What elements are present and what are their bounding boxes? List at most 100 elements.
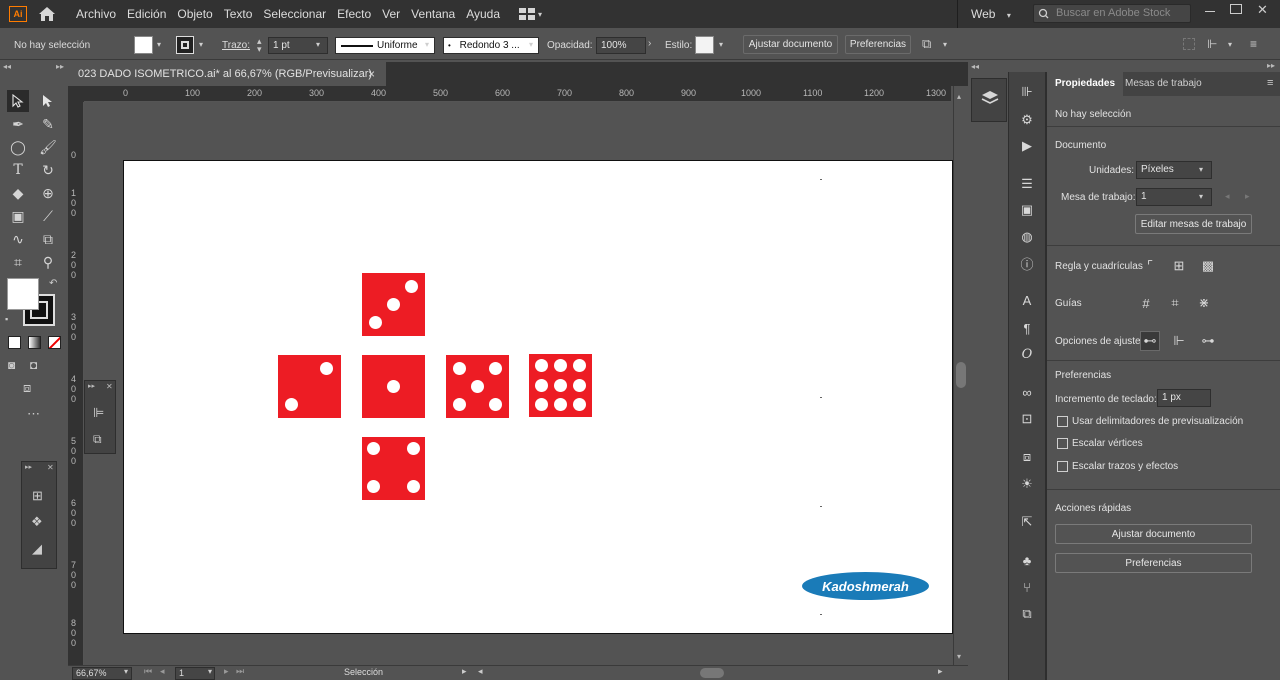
- snap-to-point-icon[interactable]: ⊷: [1140, 331, 1160, 351]
- close-window-button[interactable]: ✕: [1257, 2, 1268, 18]
- die-four[interactable]: [362, 437, 425, 500]
- transparency-grid-icon[interactable]: ▩: [1198, 256, 1218, 276]
- export-icon[interactable]: ⇱: [1017, 512, 1037, 532]
- rotate-tool-icon[interactable]: ↻: [37, 159, 59, 181]
- menu-ventana[interactable]: Ventana: [411, 7, 455, 21]
- opacity-field[interactable]: 100%: [596, 37, 646, 54]
- minimize-button[interactable]: [1203, 4, 1217, 18]
- symbol-sprayer-tool-icon[interactable]: ⧉: [37, 228, 59, 250]
- preferences-button[interactable]: Preferencias: [845, 35, 911, 54]
- screen-mode-icon[interactable]: ⧈: [23, 380, 31, 396]
- chevron-down-icon[interactable]: ▾: [124, 667, 128, 676]
- type-tool-icon[interactable]: T: [7, 159, 29, 181]
- scroll-down-icon[interactable]: ▾: [957, 652, 961, 661]
- align-icon[interactable]: ⊩: [1207, 37, 1217, 51]
- restore-button[interactable]: [1230, 4, 1242, 14]
- lock-guides-icon[interactable]: ⌗: [1165, 293, 1185, 313]
- blend-tool-icon[interactable]: ∿: [7, 228, 29, 250]
- gradient-tool-icon[interactable]: ▣: [7, 205, 29, 227]
- workspace-switcher[interactable]: Web ▾: [971, 7, 1011, 21]
- smart-guides-icon[interactable]: ⋇: [1194, 293, 1214, 313]
- horizontal-scroll-thumb[interactable]: [700, 668, 724, 678]
- stock-search-input[interactable]: Buscar en Adobe Stock: [1033, 4, 1191, 23]
- selection-tool-icon[interactable]: [7, 90, 29, 112]
- settings-gears-icon[interactable]: ⚙: [1017, 110, 1037, 130]
- die-nine[interactable]: [529, 354, 592, 417]
- chevron-down-icon[interactable]: ▾: [208, 667, 212, 676]
- snap-to-grid-icon[interactable]: ⊩: [1169, 331, 1189, 351]
- symbols-icon[interactable]: ♣: [1017, 550, 1037, 570]
- menu-edicion[interactable]: Edición: [127, 7, 166, 21]
- info-icon[interactable]: ⓘ: [1017, 253, 1037, 273]
- graphic-style-swatch[interactable]: [695, 36, 714, 54]
- collapse-icon[interactable]: ◂◂: [971, 62, 979, 71]
- chevron-down-icon[interactable]: ▾: [719, 40, 723, 49]
- edit-artboards-button[interactable]: Editar mesas de trabajo: [1135, 214, 1252, 234]
- collapse-right-icon[interactable]: ▸▸: [1267, 61, 1275, 70]
- menu-archivo[interactable]: Archivo: [76, 7, 116, 21]
- direct-selection-tool-icon[interactable]: [37, 90, 59, 112]
- shape-builder-tool-icon[interactable]: ⊕: [37, 182, 59, 204]
- swatches-icon[interactable]: ⊞: [32, 488, 43, 504]
- align-objects-icon[interactable]: ⊫: [93, 405, 104, 421]
- menu-ayuda[interactable]: Ayuda: [466, 7, 500, 21]
- color-guide-icon[interactable]: ❖: [31, 514, 43, 530]
- previous-artboard-icon[interactable]: ◂: [160, 666, 165, 677]
- qa-preferences-button[interactable]: Preferencias: [1055, 553, 1252, 573]
- chevron-down-icon[interactable]: ▾: [199, 40, 203, 49]
- stroke-swatch[interactable]: [176, 36, 194, 54]
- die-two[interactable]: [278, 355, 341, 418]
- stroke-stepper[interactable]: ▴ ▾: [257, 37, 262, 54]
- libraries-icon[interactable]: ⊪: [1017, 82, 1037, 102]
- die-three[interactable]: [362, 273, 425, 336]
- eyedropper-tool-icon[interactable]: ⟋: [37, 205, 59, 227]
- document-tab[interactable]: 023 DADO ISOMETRICO.ai* al 66,67% (RGB/P…: [68, 62, 386, 86]
- actions-play-icon[interactable]: ▶: [1017, 136, 1037, 156]
- gradient-mode-icon[interactable]: [28, 336, 41, 349]
- menu-seleccionar[interactable]: Seleccionar: [263, 7, 326, 21]
- tab-propiedades[interactable]: Propiedades: [1047, 72, 1124, 96]
- character-icon[interactable]: A: [1017, 290, 1037, 310]
- zoom-tool-icon[interactable]: ⚲: [37, 251, 59, 273]
- chevron-right-icon[interactable]: ▸: [462, 666, 467, 677]
- layers-panel-tab[interactable]: [971, 78, 1007, 122]
- last-artboard-icon[interactable]: ⏭: [236, 666, 244, 677]
- ellipse-tool-icon[interactable]: ◯: [7, 136, 29, 158]
- transparency-icon[interactable]: ◍: [1017, 227, 1037, 247]
- default-colors-icon[interactable]: ▪: [5, 314, 8, 324]
- snap-to-pixel-icon[interactable]: ⊶: [1198, 331, 1218, 351]
- die-one[interactable]: [362, 355, 425, 418]
- eraser-tool-icon[interactable]: ◆: [7, 182, 29, 204]
- appearance-icon[interactable]: ☀: [1017, 474, 1037, 494]
- transform-icon[interactable]: [1183, 38, 1195, 50]
- arrange-icon[interactable]: ⧉: [922, 36, 931, 52]
- fill-color-front[interactable]: [7, 278, 39, 310]
- units-select[interactable]: Píxeles ▾: [1136, 161, 1212, 179]
- keyboard-increment-field[interactable]: 1 px: [1157, 389, 1211, 407]
- scale-strokes-checkbox[interactable]: [1057, 461, 1068, 472]
- artboard-tool-icon[interactable]: ⌗: [7, 251, 29, 273]
- collapse-right-icon[interactable]: ▸▸: [56, 62, 64, 71]
- preview-bounds-checkbox[interactable]: [1057, 416, 1068, 427]
- artboard-select[interactable]: 1 ▾: [1136, 188, 1212, 206]
- swap-colors-icon[interactable]: ↶: [49, 278, 57, 289]
- image-trace-icon[interactable]: ⊡: [1017, 409, 1037, 429]
- close-icon[interactable]: ✕: [106, 382, 113, 391]
- stroke-profile-field[interactable]: Uniforme: [335, 37, 435, 54]
- grid-icon[interactable]: ⊞: [1169, 256, 1189, 276]
- menu-objeto[interactable]: Objeto: [177, 7, 212, 21]
- home-icon[interactable]: [38, 6, 56, 22]
- gradient-panel-icon[interactable]: ◢: [32, 541, 42, 557]
- scroll-thumb[interactable]: [956, 362, 966, 388]
- color-mode-icon[interactable]: [8, 336, 21, 349]
- die-five[interactable]: [446, 355, 509, 418]
- scale-corners-checkbox[interactable]: [1057, 438, 1068, 449]
- guides-icon[interactable]: #: [1136, 293, 1156, 313]
- asset-export-icon[interactable]: ⧈: [1017, 447, 1037, 467]
- menu-efecto[interactable]: Efecto: [337, 7, 371, 21]
- first-artboard-icon[interactable]: ⏮: [144, 666, 152, 677]
- chevron-right-icon[interactable]: ›: [648, 38, 651, 49]
- menu-ver[interactable]: Ver: [382, 7, 400, 21]
- brushes-icon[interactable]: ⑂: [1017, 577, 1037, 597]
- vertical-scrollbar[interactable]: ▴ ▾: [953, 86, 968, 665]
